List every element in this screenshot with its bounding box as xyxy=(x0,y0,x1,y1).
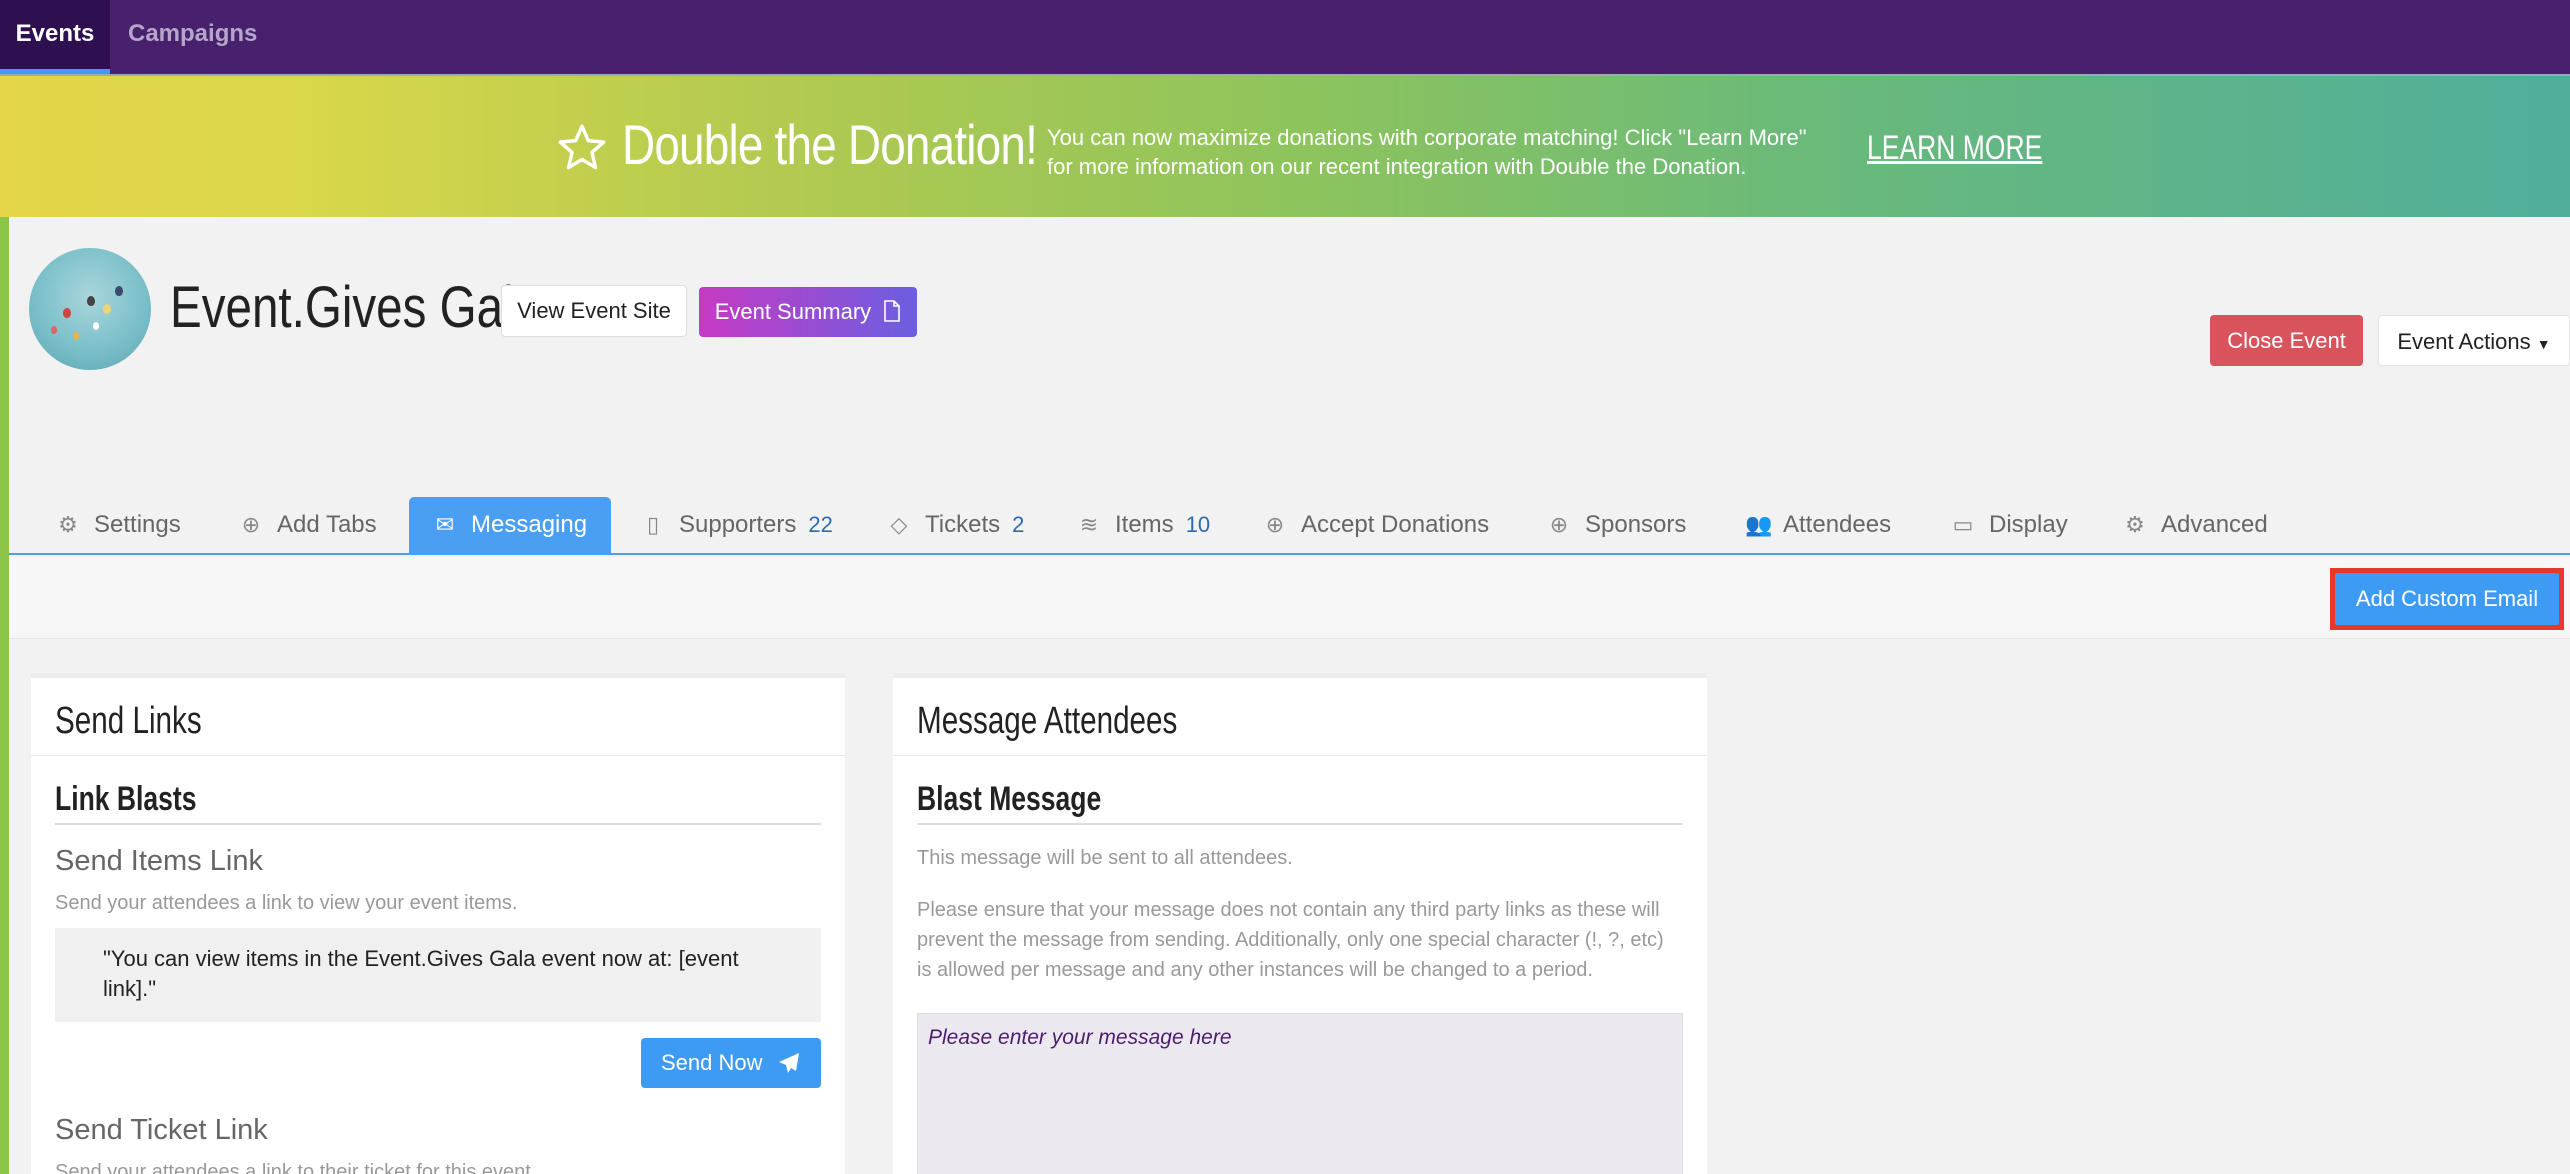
top-nav: Events Campaigns xyxy=(0,0,2570,74)
event-avatar xyxy=(29,248,151,370)
tab-label: Supporters xyxy=(679,511,797,538)
items-count: 10 xyxy=(1185,512,1211,537)
plus-circle-icon: ⊕ xyxy=(241,512,261,537)
monitor-icon: ▭ xyxy=(1952,512,1974,537)
add-custom-email-button[interactable]: Add Custom Email xyxy=(2330,568,2564,630)
tab-supporters[interactable]: ▯ Supporters 22 xyxy=(641,497,833,553)
inbox-icon: ✉ xyxy=(435,512,455,537)
star-icon xyxy=(558,124,606,170)
event-actions-dropdown[interactable]: Event Actions ▼ xyxy=(2378,315,2570,366)
plus-circle-icon: ⊕ xyxy=(1265,512,1285,537)
ticket-icon: ◇ xyxy=(890,512,908,537)
nav-tab-campaigns[interactable]: Campaigns xyxy=(128,0,257,74)
tab-label: Advanced xyxy=(2161,511,2268,538)
tab-messaging[interactable]: ✉ Messaging xyxy=(409,497,612,553)
event-tabs: ⚙ Settings ⊕ Add Tabs ✉ Messaging ▯ Supporte… xyxy=(9,497,2570,555)
learn-more-link[interactable]: LEARN MORE xyxy=(1867,129,2042,168)
send-ticket-link-hint: Send your attendees a link to their tick… xyxy=(55,1161,537,1174)
tab-add-tabs[interactable]: ⊕ Add Tabs xyxy=(239,497,377,553)
tab-items[interactable]: ≋ Items 10 xyxy=(1077,497,1210,553)
tab-label: Attendees xyxy=(1783,511,1892,538)
tab-display[interactable]: ▭ Display xyxy=(1951,497,2068,553)
users-icon: 👥 xyxy=(1745,512,1773,537)
tickets-count: 2 xyxy=(1012,512,1025,537)
tab-label: Sponsors xyxy=(1585,511,1687,538)
send-links-heading: Send Links xyxy=(55,700,202,742)
messaging-toolbar xyxy=(9,557,2570,639)
tab-label: Display xyxy=(1989,511,2068,538)
message-attendees-panel: Message Attendees Blast Message This mes… xyxy=(893,673,1707,1174)
tab-label: Add Tabs xyxy=(277,511,377,538)
close-event-button[interactable]: Close Event xyxy=(2210,315,2363,366)
tab-attendees[interactable]: 👥 Attendees xyxy=(1745,497,1891,553)
event-title: Event.Gives Gala xyxy=(170,275,541,340)
send-now-label: Send Now xyxy=(661,1050,763,1075)
add-custom-email-label: Add Custom Email xyxy=(2335,573,2559,625)
paper-plane-icon xyxy=(779,1053,799,1073)
panel-heading: Message Attendees xyxy=(893,678,1707,756)
promo-banner: Double the Donation! You can now maximiz… xyxy=(0,74,2570,217)
banner-message: You can now maximize donations with corp… xyxy=(1047,125,1807,179)
blast-message-textarea[interactable]: Please enter your message here xyxy=(917,1013,1683,1174)
send-items-link-title: Send Items Link xyxy=(55,845,263,877)
banner-title: Double the Donation! xyxy=(622,113,1038,176)
panel-heading: Send Links xyxy=(31,678,845,756)
event-summary-label: Event Summary xyxy=(714,299,872,324)
plus-circle-icon: ⊕ xyxy=(1549,512,1569,537)
clipboard-icon: ▯ xyxy=(646,512,660,537)
gear-icon: ⚙ xyxy=(58,512,78,537)
send-links-panel: Send Links Link Blasts Send Items Link S… xyxy=(31,673,845,1174)
link-blasts-heading: Link Blasts xyxy=(55,780,197,818)
gears-icon: ⚙ xyxy=(2125,512,2145,537)
event-actions-label: Event Actions xyxy=(2397,329,2531,354)
tab-settings[interactable]: ⚙ Settings xyxy=(56,497,181,553)
blast-message-rules: Please ensure that your message does not… xyxy=(917,899,1664,981)
tab-label: Messaging xyxy=(471,511,588,538)
layers-icon: ≋ xyxy=(1079,512,1099,537)
send-ticket-link-title: Send Ticket Link xyxy=(55,1114,268,1146)
supporters-count: 22 xyxy=(808,512,833,537)
blast-message-heading: Blast Message xyxy=(917,780,1102,818)
tab-advanced[interactable]: ⚙ Advanced xyxy=(2123,497,2268,553)
tab-label: Items xyxy=(1115,511,1174,538)
tab-label: Accept Donations xyxy=(1301,511,1490,538)
nav-tab-events[interactable]: Events xyxy=(0,0,110,74)
message-attendees-heading: Message Attendees xyxy=(917,700,1178,742)
view-event-site-button[interactable]: View Event Site xyxy=(501,285,687,337)
caret-down-icon: ▼ xyxy=(2536,336,2551,352)
tab-label: Settings xyxy=(94,511,181,538)
tab-tickets[interactable]: ◇ Tickets 2 xyxy=(887,497,1025,553)
blast-message-hint: This message will be sent to all attende… xyxy=(917,847,1293,869)
tab-sponsors[interactable]: ⊕ Sponsors xyxy=(1547,497,1687,553)
section-heading: Blast Message xyxy=(917,780,1683,825)
event-summary-button[interactable]: Event Summary xyxy=(699,287,917,337)
tab-accept-donations[interactable]: ⊕ Accept Donations xyxy=(1263,497,1489,553)
tab-label: Tickets xyxy=(925,511,1001,538)
send-items-link-hint: Send your attendees a link to view your … xyxy=(55,892,518,914)
section-heading: Link Blasts xyxy=(55,780,821,825)
left-accent-bar xyxy=(0,217,9,1174)
pdf-icon xyxy=(884,300,901,322)
send-row: Send Now xyxy=(31,1022,845,1094)
items-link-message-preview: "You can view items in the Event.Gives G… xyxy=(55,928,821,1022)
send-now-button[interactable]: Send Now xyxy=(641,1038,821,1088)
